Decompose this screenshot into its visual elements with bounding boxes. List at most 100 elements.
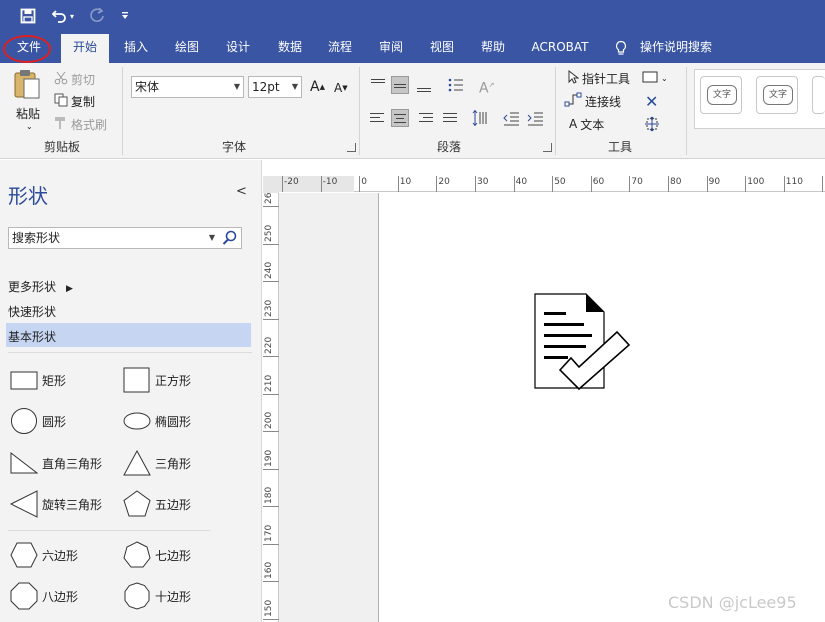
align-center-icon[interactable] <box>391 109 409 127</box>
tab-home[interactable]: 开始 <box>61 34 109 63</box>
shapes-pane: 形状 < 搜索形状 ▼ 更多形状 ▶ 快速形状 基本形状 矩形 正方形 圆形 椭圆… <box>0 160 262 622</box>
decagon-icon <box>124 582 150 610</box>
shape-rotated-triangle[interactable]: 旋转三角形 <box>10 489 102 519</box>
tab-acrobat[interactable]: ACROBAT <box>526 34 594 63</box>
ruler-label: 70 <box>631 177 643 187</box>
tell-me-search[interactable]: 操作说明搜索 <box>640 34 720 63</box>
customize-qat-icon[interactable] <box>116 5 134 27</box>
tab-draw[interactable]: 绘图 <box>167 34 207 63</box>
tab-process[interactable]: 流程 <box>320 34 360 63</box>
shape-hexagon[interactable]: 六边形 <box>10 540 78 570</box>
group-separator <box>555 67 556 155</box>
group-separator <box>122 67 123 155</box>
collapse-pane-icon[interactable]: < <box>236 184 247 199</box>
connector-button[interactable]: 连接线 <box>564 91 621 111</box>
more-shapes-item[interactable]: 更多形状 ▶ <box>8 278 73 295</box>
scissors-icon <box>54 71 68 88</box>
ruler-label: 170 <box>264 524 274 542</box>
justify-icon[interactable] <box>442 109 460 127</box>
save-icon[interactable] <box>17 5 39 27</box>
copy-button[interactable]: 复制 <box>54 91 95 111</box>
pasteboard <box>279 193 378 622</box>
ruler-tick <box>590 176 592 192</box>
paste-icon <box>12 69 46 104</box>
tab-view[interactable]: 视图 <box>422 34 462 63</box>
shape-ellipse[interactable]: 椭圆形 <box>123 406 191 436</box>
font-size-combo[interactable]: 12pt ▼ <box>248 76 302 98</box>
font-size-value: 12pt <box>252 80 280 94</box>
ruler-label: 60 <box>592 177 605 187</box>
shape-pentagon[interactable]: 五边形 <box>123 489 191 519</box>
ruler-tick <box>282 176 283 192</box>
ruler-tick <box>263 206 279 207</box>
shape-circle[interactable]: 圆形 <box>10 406 66 436</box>
shape-heptagon[interactable]: 七边形 <box>123 540 191 570</box>
ruler-tick <box>263 431 279 432</box>
pointer-tool-button[interactable]: 指针工具 <box>567 68 630 88</box>
shape-octagon[interactable]: 八边形 <box>10 581 78 611</box>
tab-data[interactable]: 数据 <box>270 34 310 63</box>
line-spacing-icon[interactable] <box>472 109 490 127</box>
ribbon-tabs: 文件 开始 插入 绘图 设计 数据 流程 审阅 视图 帮助 ACROBAT 操作… <box>0 34 825 63</box>
align-top-icon[interactable] <box>369 76 387 94</box>
font-dialog-launcher-icon[interactable] <box>347 143 356 152</box>
shape-right-triangle[interactable]: 直角三角形 <box>10 448 102 478</box>
rotated-triangle-icon <box>10 490 38 518</box>
bullets-icon[interactable] <box>447 76 465 94</box>
increase-indent-icon[interactable] <box>526 109 544 127</box>
chevron-down-icon: ▼ <box>233 82 240 91</box>
basic-shapes-item[interactable]: 基本形状 <box>8 328 56 345</box>
style-tile-2[interactable]: 文字 <box>756 76 798 114</box>
chevron-down-icon[interactable]: ▼ <box>209 228 215 248</box>
text-tool-button[interactable]: A 文本 <box>569 114 604 134</box>
pointer-tool-label: 指针工具 <box>582 71 631 86</box>
ruler-tick <box>263 281 279 282</box>
font-name-combo[interactable]: 宋体 ▼ <box>131 76 244 98</box>
shape-rectangle[interactable]: 矩形 <box>10 365 66 395</box>
ruler-label: -10 <box>322 177 338 187</box>
decrease-indent-icon[interactable] <box>502 109 520 127</box>
tab-help[interactable]: 帮助 <box>473 34 513 63</box>
paragraph-dialog-launcher-icon[interactable] <box>543 143 552 152</box>
ruler-label: 230 <box>264 299 274 317</box>
shrink-font-button[interactable]: A ▼ <box>334 78 348 98</box>
ruler-label: 220 <box>264 336 274 354</box>
paste-label: 粘贴 <box>16 107 41 121</box>
connector-label: 连接线 <box>585 94 622 109</box>
tab-design[interactable]: 设计 <box>218 34 258 63</box>
align-left-icon[interactable] <box>369 109 387 127</box>
ruler-tick <box>359 176 361 192</box>
document-check-shape[interactable] <box>530 290 635 394</box>
undo-dropdown-icon[interactable]: ▾ <box>66 5 78 27</box>
triangle-icon <box>123 450 151 476</box>
style-tile-3[interactable] <box>812 76 825 114</box>
close-icon[interactable]: ✕ <box>645 91 658 111</box>
grow-font-button[interactable]: A ▲ <box>310 77 325 97</box>
ruler-tick <box>475 176 476 192</box>
chevron-right-icon: ▶ <box>66 284 73 294</box>
tab-review[interactable]: 审阅 <box>371 34 411 63</box>
ruler-tick <box>263 468 279 470</box>
style-tile-1[interactable]: 文字 <box>700 76 742 114</box>
ruler-label: 190 <box>264 449 274 467</box>
file-tab-highlight-circle <box>3 35 51 63</box>
shape-search-input[interactable]: 搜索形状 ▼ <box>8 227 242 249</box>
shape-square[interactable]: 正方形 <box>123 365 191 395</box>
ellipse-icon <box>123 412 151 430</box>
align-middle-icon[interactable] <box>391 76 409 94</box>
shape-triangle[interactable]: 三角形 <box>123 448 191 478</box>
quick-shapes-item[interactable]: 快速形状 <box>8 303 56 320</box>
ruler-tick <box>263 543 279 545</box>
text-rotate-icon: A↗ <box>479 80 495 97</box>
search-icon[interactable] <box>221 229 239 247</box>
title-bar: ▾ <box>0 0 825 34</box>
align-right-icon[interactable] <box>417 109 435 127</box>
heptagon-icon <box>123 541 151 568</box>
font-name-value: 宋体 <box>135 80 160 94</box>
rectangle-shape-button[interactable]: ⌄ <box>642 68 668 88</box>
align-bottom-icon[interactable] <box>415 76 433 94</box>
connection-point-icon[interactable] <box>644 114 660 134</box>
shape-decagon[interactable]: 十边形 <box>123 581 191 611</box>
paste-button[interactable]: 粘贴 ⌄ <box>12 69 46 133</box>
tab-insert[interactable]: 插入 <box>116 34 156 63</box>
